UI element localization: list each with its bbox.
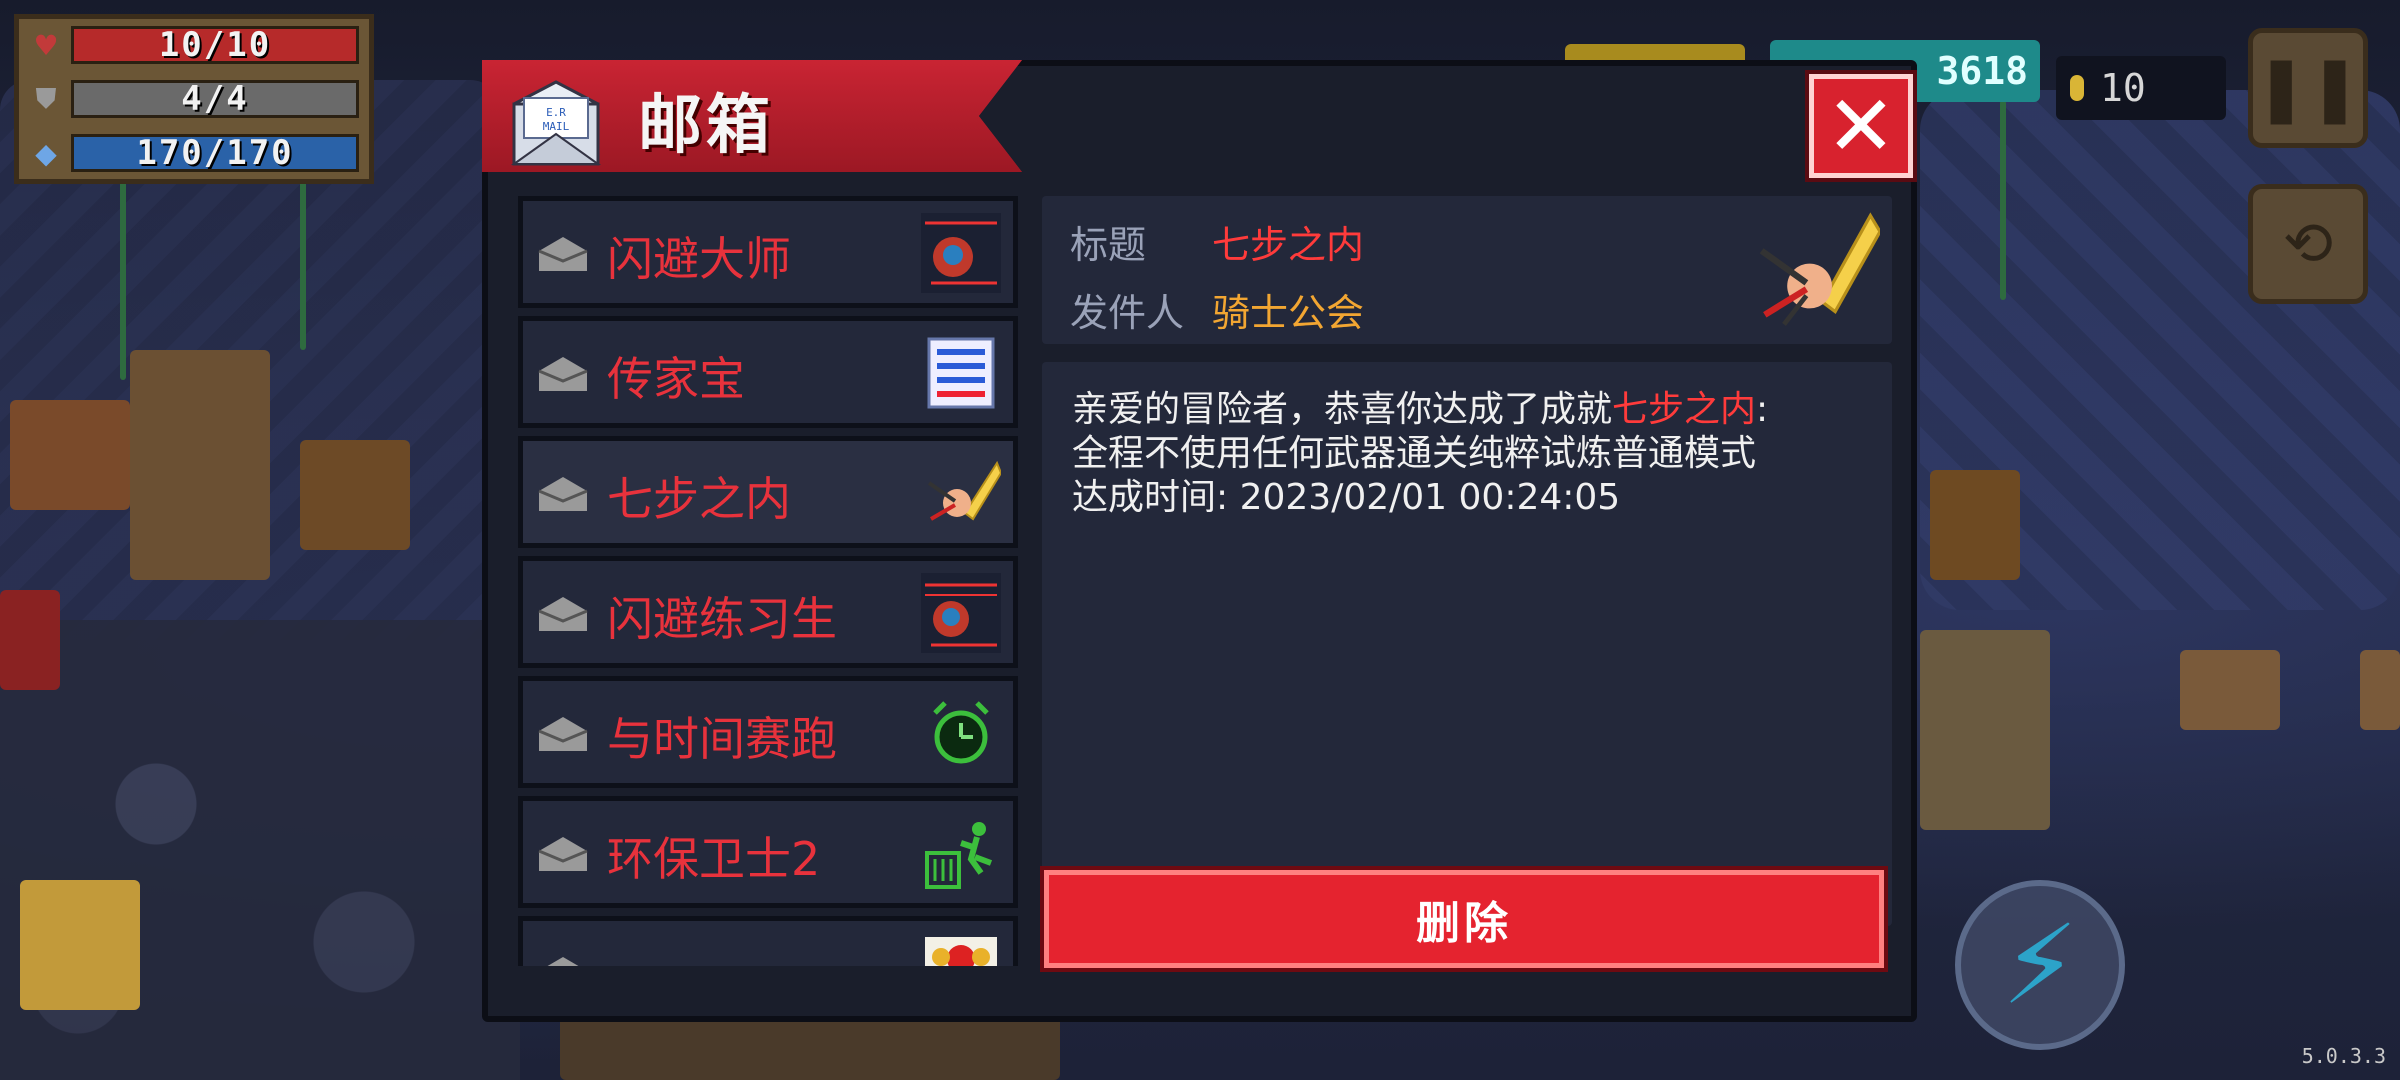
health-value: 10/10 <box>158 25 272 65</box>
pause-button[interactable]: ❚❚ <box>2248 28 2368 148</box>
mail-detail-body: 亲爱的冒险者，恭喜你达成了成就七步之内: 全程不使用任何武器通关纯粹试炼普通模式… <box>1042 362 1892 926</box>
armor-bar: 4/4 <box>71 79 359 119</box>
vine <box>2000 100 2006 300</box>
mail-item-eco-guard[interactable]: 环保卫士2 <box>518 796 1018 908</box>
mail-item-label: 闪避练习生 <box>607 592 837 646</box>
coin-counter: 10 <box>2056 56 2226 120</box>
energy-bar: 170/170 <box>71 133 359 173</box>
energy-crystal-icon: ◆ <box>35 136 57 170</box>
title-value: 七步之内 <box>1212 223 1365 267</box>
recycle-icon <box>925 822 993 889</box>
lightning-icon: ⚡ <box>2001 901 2079 1029</box>
red-plant <box>0 590 60 690</box>
mail-item-heirloom[interactable]: 传家宝 <box>518 316 1018 428</box>
mail-item-dodge-trainee[interactable]: 闪避练习生 <box>518 556 1018 668</box>
svg-text:MAIL: MAIL <box>543 120 570 133</box>
version-label: 5.0.3.3 <box>2301 1044 2386 1068</box>
mail-list[interactable]: 闪避大师 传家宝 七步之内 闪避练习生 与时间赛跑 环保卫士2 <box>518 196 1018 966</box>
seven-steps-icon <box>927 460 1001 521</box>
envelope-open-icon <box>547 957 579 966</box>
mail-item-label: 闪避大师 <box>607 232 791 286</box>
heart-icon: ♥ <box>33 28 59 62</box>
swap-icon: ⟲ <box>2282 209 2334 279</box>
mail-item-race-time[interactable]: 与时间赛跑 <box>518 676 1018 788</box>
mailbox-dialog: E.R MAIL 邮箱 ✕ 闪避大师 传家宝 七步之内 闪避练习生 与时间赛跑 … <box>482 60 1917 1022</box>
achievement-seven-steps-icon <box>1759 212 1880 326</box>
mail-item-seven-steps[interactable]: 七步之内 <box>518 436 1018 548</box>
envelope-open-icon <box>538 477 588 511</box>
shield-icon: ⛊ <box>35 82 57 115</box>
sender-key: 发件人 <box>1070 291 1185 335</box>
close-icon: ✕ <box>1825 77 1897 175</box>
health-bar: 10/10 <box>71 25 359 65</box>
player-stats-panel: ♥ 10/10 ⛊ 4/4 ◆ 170/170 <box>14 14 374 184</box>
dodge-trainee-icon <box>921 573 1001 653</box>
player-character <box>1920 630 2050 830</box>
envelope-open-icon <box>538 837 588 871</box>
race-clock-icon <box>933 701 989 764</box>
coin-icon <box>2070 75 2084 101</box>
stone-floor <box>0 620 520 1080</box>
dialog-title: 邮箱 <box>638 89 774 163</box>
mail-item-label: 七步之内 <box>607 472 791 526</box>
coin-value: 10 <box>2100 66 2146 110</box>
mail-envelope-icon: E.R MAIL <box>510 80 602 166</box>
forge-machine <box>130 350 270 580</box>
health-row: ♥ 10/10 <box>29 25 359 65</box>
close-button[interactable]: ✕ <box>1805 70 1917 182</box>
envelope-open-icon <box>538 597 588 631</box>
notice-board <box>2180 650 2280 730</box>
sender-value: 骑士公会 <box>1212 291 1365 335</box>
notice-board <box>2360 650 2400 730</box>
dodge-master-icon <box>921 213 1001 293</box>
title-key: 标题 <box>1070 223 1147 267</box>
switch-button[interactable]: ⟲ <box>2248 184 2368 304</box>
mail-item-partial[interactable] <box>518 916 1018 966</box>
envelope-open-icon <box>538 237 588 271</box>
mail-icon-text: E.R <box>546 106 566 119</box>
wooden-chest <box>1930 470 2020 580</box>
envelope-open-icon <box>538 717 588 751</box>
mail-item-label: 与时间赛跑 <box>607 712 837 766</box>
mail-item-label: 传家宝 <box>607 352 745 406</box>
mail-item-label: 环保卫士2 <box>607 832 821 886</box>
skill-button[interactable]: ⚡ <box>1955 880 2125 1050</box>
knight-character <box>20 880 140 1010</box>
npc-character <box>10 400 130 510</box>
heirloom-icon <box>927 337 995 409</box>
energy-row: ◆ 170/170 <box>29 133 359 173</box>
mail-detail-header: 标题 七步之内 发件人 骑士公会 <box>1042 196 1892 344</box>
energy-value: 170/170 <box>136 133 294 173</box>
partial-item-icon <box>925 937 997 966</box>
envelope-open-icon <box>538 357 588 391</box>
gems-value: 3618 <box>1936 49 2028 93</box>
body-line-3: 达成时间: 2023/02/01 00:24:05 <box>1072 477 1621 518</box>
delete-button[interactable]: 删除 <box>1040 866 1888 972</box>
treasure-chest <box>300 440 410 550</box>
armor-row: ⛊ 4/4 <box>29 79 359 119</box>
armor-value: 4/4 <box>181 79 249 119</box>
mail-item-dodge-master[interactable]: 闪避大师 <box>518 196 1018 308</box>
pause-icon: ❚❚ <box>2254 51 2362 125</box>
